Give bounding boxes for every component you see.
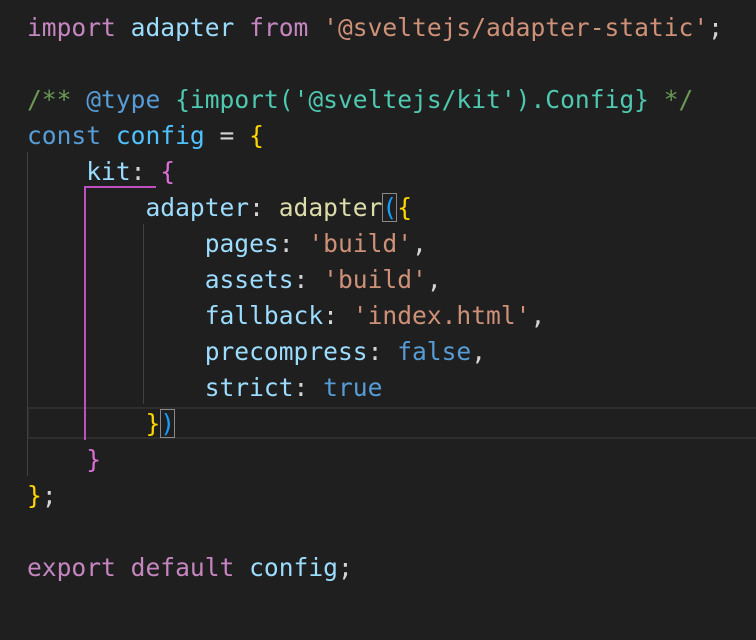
code-token: fallback bbox=[204, 301, 324, 330]
code-token: config bbox=[115, 121, 205, 150]
code-line[interactable]: const config = { bbox=[27, 118, 264, 154]
code-token: : bbox=[293, 265, 324, 294]
code-token: } bbox=[27, 481, 42, 510]
matched-bracket: ( bbox=[382, 193, 398, 222]
code-token: 'index.html' bbox=[352, 301, 531, 330]
code-line[interactable]: strict: true bbox=[27, 370, 383, 406]
code-line[interactable]: } bbox=[27, 442, 101, 478]
code-token: strict bbox=[204, 373, 294, 402]
code-token: precompress bbox=[204, 337, 368, 366]
code-token: { bbox=[160, 157, 176, 186]
code-token: : bbox=[293, 373, 324, 402]
code-line[interactable]: adapter: adapter({ bbox=[27, 190, 412, 226]
code-token: pages bbox=[204, 229, 279, 258]
code-token: config bbox=[249, 553, 338, 582]
code-token: '@sveltejs/kit' bbox=[293, 85, 516, 114]
code-token: { bbox=[397, 193, 413, 222]
code-token: ).Config} bbox=[515, 85, 649, 114]
code-token: adapter bbox=[145, 193, 250, 222]
code-token: : bbox=[278, 229, 309, 258]
code-line[interactable]: import adapter from '@sveltejs/adapter-s… bbox=[27, 10, 723, 46]
code-token: const bbox=[27, 121, 102, 150]
code-token: : bbox=[249, 193, 279, 222]
code-line[interactable]: precompress: false, bbox=[27, 334, 486, 370]
code-token: = bbox=[204, 121, 250, 150]
code-token: default bbox=[130, 553, 235, 582]
code-token: export bbox=[27, 553, 116, 582]
code-line[interactable]: }; bbox=[27, 478, 57, 514]
code-token: , bbox=[426, 265, 442, 294]
code-token: ; bbox=[41, 481, 57, 510]
code-line[interactable]: /** @type {import('@sveltejs/kit').Confi… bbox=[27, 82, 693, 118]
code-token: { bbox=[249, 121, 264, 150]
top-clipped-line bbox=[0, 0, 756, 6]
code-token: } bbox=[86, 445, 102, 474]
code-token: false bbox=[397, 337, 472, 366]
code-token: 'build' bbox=[323, 265, 427, 294]
code-editor[interactable]: import adapter from '@sveltejs/adapter-s… bbox=[0, 0, 756, 640]
code-token: ( bbox=[278, 85, 294, 114]
code-token: ; bbox=[337, 553, 353, 582]
code-token: : bbox=[130, 157, 161, 186]
code-line[interactable]: assets: 'build', bbox=[27, 262, 442, 298]
code-token: , bbox=[530, 301, 546, 330]
code-token: } bbox=[145, 409, 161, 438]
code-token: adapter bbox=[278, 193, 383, 222]
code-token: import bbox=[189, 85, 279, 114]
code-token: import bbox=[27, 13, 116, 42]
code-line[interactable]: export default config; bbox=[27, 550, 353, 586]
code-token: true bbox=[323, 373, 383, 402]
code-token: assets bbox=[204, 265, 294, 294]
code-line[interactable]: pages: 'build', bbox=[27, 226, 427, 262]
code-line[interactable]: fallback: 'index.html', bbox=[27, 298, 546, 334]
code-token: from bbox=[249, 13, 309, 42]
code-token: */ bbox=[648, 85, 694, 114]
code-token: , bbox=[412, 229, 427, 258]
code-line[interactable]: }) bbox=[27, 406, 176, 442]
matched-bracket: ) bbox=[160, 409, 176, 438]
code-token: @type bbox=[86, 85, 161, 114]
code-token: ; bbox=[708, 13, 723, 42]
code-token: 'build' bbox=[308, 229, 413, 258]
code-token: , bbox=[471, 337, 487, 366]
code-token: { bbox=[175, 85, 190, 114]
code-token: kit bbox=[86, 157, 131, 186]
code-token: : bbox=[367, 337, 398, 366]
code-token: adapter bbox=[130, 13, 235, 42]
code-token: : bbox=[323, 301, 353, 330]
code-line[interactable]: kit: { bbox=[27, 154, 175, 190]
code-token: '@sveltejs/adapter-static' bbox=[323, 13, 709, 42]
code-token: /** bbox=[27, 85, 87, 114]
